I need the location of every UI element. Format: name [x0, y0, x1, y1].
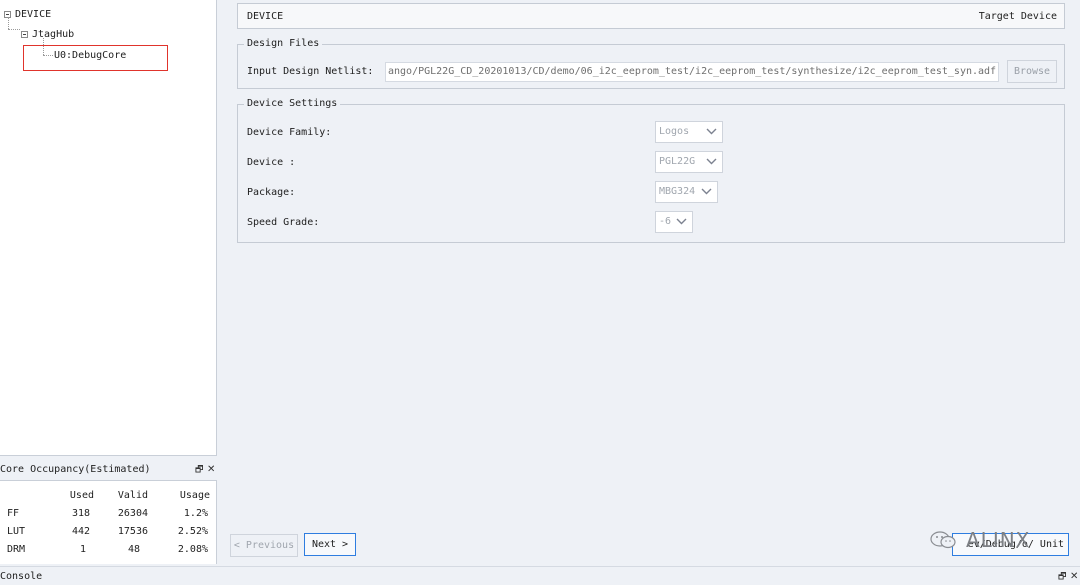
console-title: Console: [0, 571, 43, 582]
package-value: MBG324: [659, 186, 696, 197]
device-settings-legend: Device Settings: [244, 97, 341, 111]
occupancy-panel-header: Core Occupancy(Estimated) 🗗 ✕: [0, 462, 217, 478]
restore-icon[interactable]: 🗗: [195, 464, 203, 476]
row-usage: 2.52%: [177, 526, 208, 537]
previous-button[interactable]: < Previous: [230, 534, 298, 557]
console-bar: Console 🗗 ✕: [0, 566, 1080, 585]
watermark-text: ALINX: [966, 528, 1031, 552]
close-icon[interactable]: ✕: [1070, 571, 1078, 583]
close-icon[interactable]: ✕: [207, 464, 215, 476]
device-value: PGL22G: [659, 156, 696, 167]
chevron-down-icon: [701, 185, 712, 205]
page-title: DEVICE: [247, 11, 284, 22]
device-select[interactable]: PGL22G: [655, 151, 723, 173]
speed-grade-value: -6: [659, 216, 672, 227]
tree-node-label: JtagHub: [32, 29, 75, 40]
tree-connector: [8, 29, 20, 30]
device-tree-panel: DEVICE JtagHub U0:DebugCore: [0, 0, 217, 456]
tree-node-jtaghub[interactable]: JtagHub: [21, 28, 74, 42]
chevron-down-icon: [676, 215, 687, 235]
occupancy-table: Used Valid Usage FF 318 26304 1.2% LUT 4…: [0, 480, 217, 564]
row-used: 1: [79, 544, 86, 555]
device-settings-group: [237, 104, 1065, 243]
column-header-used: Used: [69, 490, 94, 501]
speed-grade-label: Speed Grade:: [247, 217, 320, 228]
tree-node-device[interactable]: DEVICE: [4, 8, 51, 22]
chevron-down-icon: [706, 125, 717, 145]
device-family-label: Device Family:: [247, 127, 332, 138]
row-valid: 26304: [117, 508, 148, 519]
selection-highlight-box: [23, 45, 168, 71]
tree-connector: [8, 17, 9, 29]
next-button[interactable]: Next >: [304, 533, 356, 556]
restore-icon[interactable]: 🗗: [1058, 571, 1066, 583]
row-name: FF: [7, 508, 20, 519]
chevron-down-icon: [706, 155, 717, 175]
row-name: DRM: [7, 544, 26, 555]
device-family-value: Logos: [659, 126, 690, 137]
browse-button[interactable]: Browse: [1007, 60, 1057, 83]
netlist-label: Input Design Netlist:: [247, 66, 374, 77]
row-name: LUT: [7, 526, 26, 537]
row-usage: 1.2%: [183, 508, 208, 519]
page-subtitle: Target Device: [978, 11, 1057, 22]
device-family-select[interactable]: Logos: [655, 121, 723, 143]
design-files-legend: Design Files: [244, 37, 323, 51]
row-valid: 48: [127, 544, 140, 555]
netlist-input[interactable]: ango/PGL22G_CD_20201013/CD/demo/06_i2c_e…: [385, 62, 999, 82]
speed-grade-select[interactable]: -6: [655, 211, 693, 233]
package-label: Package:: [247, 187, 296, 198]
tree-node-label: DEVICE: [15, 9, 52, 20]
package-select[interactable]: MBG324: [655, 181, 718, 203]
row-valid: 17536: [117, 526, 148, 537]
row-used: 318: [71, 508, 90, 519]
occupancy-title: Core Occupancy(Estimated): [0, 464, 151, 475]
column-header-usage: Usage: [179, 490, 210, 501]
collapse-icon[interactable]: [21, 30, 28, 38]
device-label: Device :: [247, 157, 296, 168]
column-header-valid: Valid: [117, 490, 148, 501]
row-used: 442: [71, 526, 90, 537]
page-header-bar: DEVICE Target Device: [237, 3, 1065, 29]
row-usage: 2.08%: [177, 544, 208, 555]
wechat-icon: [930, 531, 956, 549]
